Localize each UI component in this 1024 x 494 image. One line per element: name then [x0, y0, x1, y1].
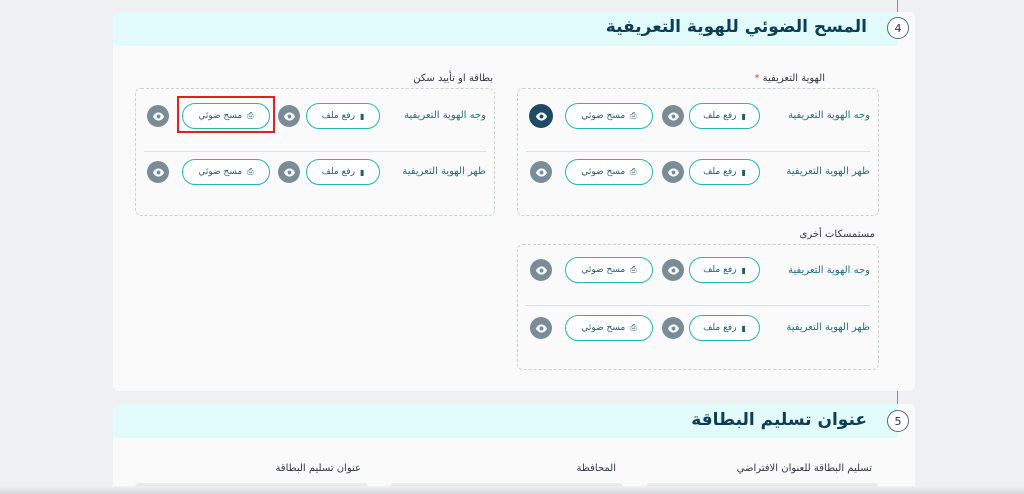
preview-eye-icon[interactable] — [147, 105, 169, 127]
printer-icon: ⎙ — [630, 167, 637, 176]
file-icon: ▮ — [741, 265, 746, 275]
file-icon: ▮ — [741, 167, 746, 177]
scan-button[interactable]: ⎙ مسح ضوئي — [182, 159, 270, 185]
scan-button[interactable]: ⎙ مسح ضوئي — [565, 103, 653, 129]
upload-file-button[interactable]: ▮ رفع ملف — [306, 103, 380, 129]
preview-eye-icon[interactable] — [662, 105, 684, 127]
residence-back-row: ظهر الهوية التعريفية ▮ رفع ملف ⎙ مسح ضوئي — [136, 145, 494, 201]
row-label: وجه الهوية التعريفية — [788, 265, 870, 276]
row-label: ظهر الهوية التعريفية — [402, 166, 486, 177]
preview-eye-icon[interactable] — [278, 161, 300, 183]
governorate-label: المحافظة — [576, 463, 616, 474]
identity-front-row: وجه الهوية التعريفية ▮ رفع ملف ⎙ مسح ضوئي — [518, 89, 878, 145]
printer-icon: ⎙ — [630, 323, 637, 332]
identity-label: الهوية التعريفية — [762, 73, 825, 84]
printer-icon: ⎙ — [247, 111, 254, 120]
printer-icon: ⎙ — [630, 265, 637, 274]
other-back-row: ظهر الهوية التعريفية ▮ رفع ملف ⎙ مسح ضوئي — [518, 301, 878, 357]
step-number-badge: 4 — [887, 17, 909, 39]
preview-eye-icon[interactable] — [530, 161, 552, 183]
preview-eye-icon-active[interactable] — [529, 104, 553, 128]
preview-eye-icon[interactable] — [662, 317, 684, 339]
scan-button[interactable]: ⎙ مسح ضوئي — [565, 159, 653, 185]
other-docs-group-label: مستمسكات أخرى — [799, 229, 875, 240]
scan-section-card: 4 المسح الضوئي للهوية التعريفية الهوية ا… — [113, 12, 915, 391]
row-label: وجه الهوية التعريفية — [788, 110, 870, 121]
identity-group-label: الهوية التعريفية * — [754, 73, 825, 84]
step-number-badge: 5 — [887, 410, 909, 432]
file-icon: ▮ — [741, 323, 746, 333]
other-front-row: وجه الهوية التعريفية ▮ رفع ملف ⎙ مسح ضوئي — [518, 244, 878, 300]
residence-group-label: بطاقة او تأييد سكن — [413, 73, 493, 84]
upload-file-button[interactable]: ▮ رفع ملف — [306, 159, 380, 185]
scan-button[interactable]: ⎙ مسح ضوئي — [565, 257, 653, 283]
preview-eye-icon[interactable] — [147, 161, 169, 183]
identity-box: وجه الهوية التعريفية ▮ رفع ملف ⎙ مسح ضوئي … — [517, 88, 879, 216]
row-label: وجه الهوية التعريفية — [404, 110, 486, 121]
other-docs-box: وجه الهوية التعريفية ▮ رفع ملف ⎙ مسح ضوئي … — [517, 244, 879, 370]
section-title: المسح الضوئي للهوية التعريفية — [605, 17, 867, 37]
row-label: ظهر الهوية التعريفية — [786, 166, 870, 177]
printer-icon: ⎙ — [247, 167, 254, 176]
delivery-section-card: 5 عنوان تسليم البطاقة — [113, 404, 915, 494]
row-label: ظهر الهوية التعريفية — [786, 322, 870, 333]
preview-eye-icon[interactable] — [662, 259, 684, 281]
file-icon: ▮ — [360, 111, 365, 121]
residence-front-row: وجه الهوية التعريفية ▮ رفع ملف ⎙ مسح ضوئي — [136, 89, 494, 145]
default-address-label: تسليم البطاقة للعنوان الافتراضي — [736, 463, 872, 474]
scan-button[interactable]: ⎙ مسح ضوئي — [182, 103, 270, 129]
delivery-address-label: عنوان تسليم البطاقة — [275, 463, 361, 474]
identity-back-row: ظهر الهوية التعريفية ▮ رفع ملف ⎙ مسح ضوئي — [518, 145, 878, 201]
upload-file-button[interactable]: ▮ رفع ملف — [689, 257, 760, 283]
file-icon: ▮ — [360, 167, 365, 177]
scan-button[interactable]: ⎙ مسح ضوئي — [565, 315, 653, 341]
preview-eye-icon[interactable] — [530, 317, 552, 339]
bottom-shade — [0, 486, 1024, 494]
file-icon: ▮ — [741, 111, 746, 121]
residence-box: وجه الهوية التعريفية ▮ رفع ملف ⎙ مسح ضوئي … — [135, 88, 495, 216]
preview-eye-icon[interactable] — [662, 161, 684, 183]
preview-eye-icon[interactable] — [530, 259, 552, 281]
preview-eye-icon[interactable] — [278, 105, 300, 127]
printer-icon: ⎙ — [630, 111, 637, 120]
required-mark: * — [754, 73, 760, 84]
upload-file-button[interactable]: ▮ رفع ملف — [689, 159, 760, 185]
upload-file-button[interactable]: ▮ رفع ملف — [689, 315, 760, 341]
section-title: عنوان تسليم البطاقة — [691, 410, 867, 430]
upload-file-button[interactable]: ▮ رفع ملف — [689, 103, 760, 129]
